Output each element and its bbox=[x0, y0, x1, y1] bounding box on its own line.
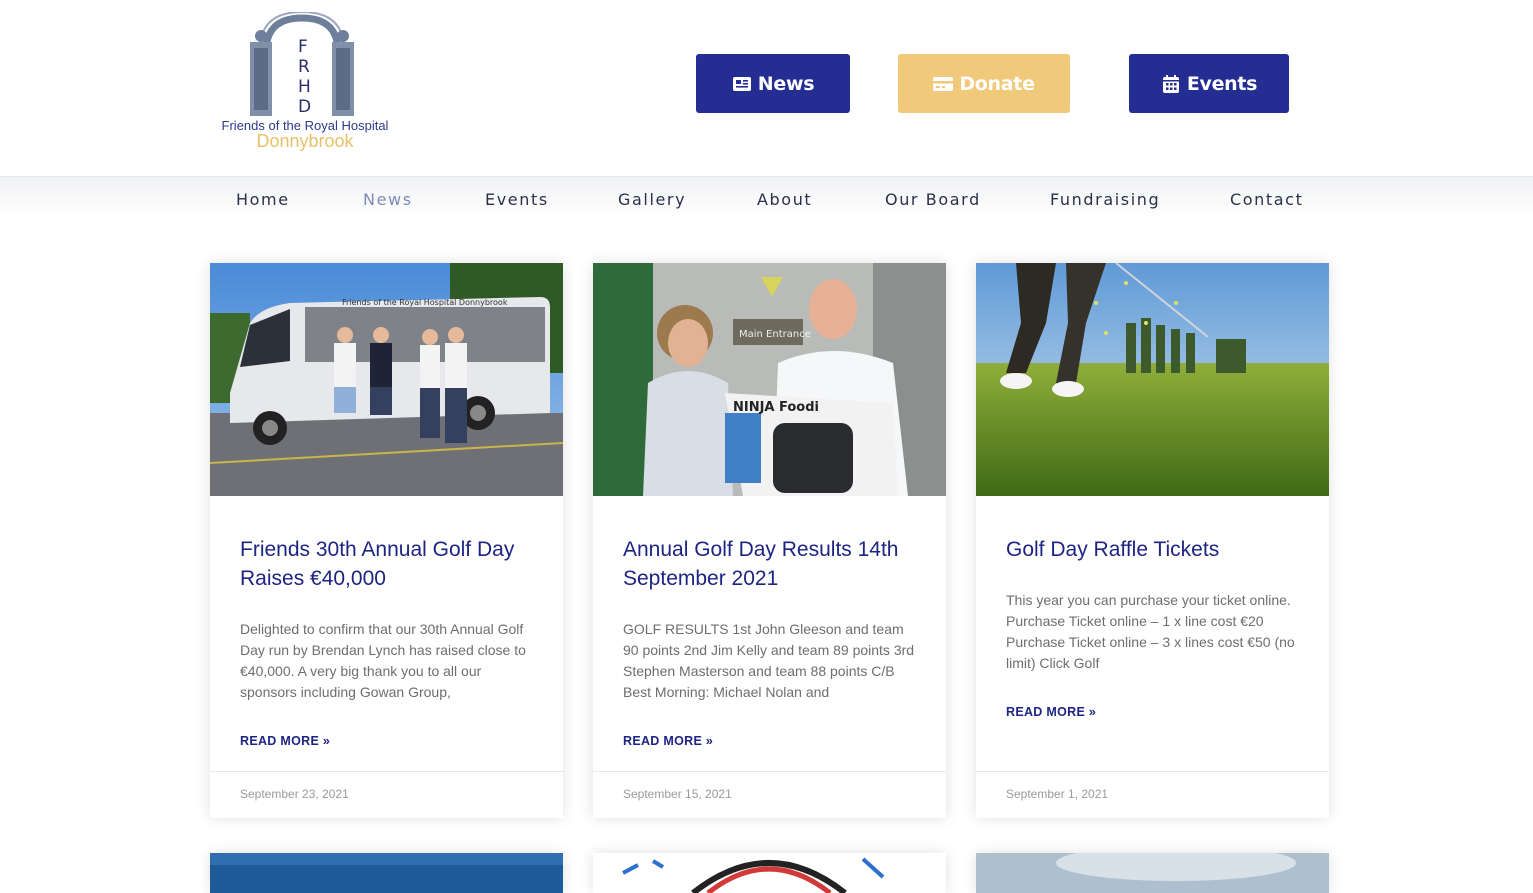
site-header: F R H D Friends of the Royal Hospital Do… bbox=[0, 0, 1533, 176]
post-thumbnail-partial bbox=[976, 853, 1329, 893]
svg-text:D: D bbox=[298, 97, 311, 117]
svg-text:Friends of the Royal Hospital: Friends of the Royal Hospital Donnybrook bbox=[342, 298, 508, 307]
post-date: September 1, 2021 bbox=[1006, 787, 1109, 801]
read-more-link[interactable]: READ MORE » bbox=[623, 734, 713, 748]
svg-text:F: F bbox=[298, 37, 308, 57]
post-thumbnail-golf-results[interactable]: Main Entrance NINJA Foodi bbox=[593, 263, 946, 496]
svg-text:R: R bbox=[298, 57, 310, 77]
nav-news[interactable]: News bbox=[363, 190, 413, 209]
post-date: September 23, 2021 bbox=[240, 787, 349, 801]
post-title[interactable]: Annual Golf Day Results 14th September 2… bbox=[623, 535, 923, 593]
post-thumbnail-partial bbox=[593, 853, 946, 893]
post-excerpt: GOLF RESULTS 1st John Gleeson and team 9… bbox=[623, 621, 915, 700]
header-events-label: Events bbox=[1186, 72, 1258, 95]
site-logo[interactable]: F R H D Friends of the Royal Hospital Do… bbox=[214, 10, 396, 158]
post-thumbnail-golf-day-raises[interactable]: Friends of the Royal Hospital Donnybrook bbox=[210, 263, 563, 496]
read-more-link[interactable]: READ MORE » bbox=[240, 734, 330, 748]
header-donate-button[interactable]: Donate bbox=[898, 54, 1070, 113]
nav-gallery[interactable]: Gallery bbox=[618, 190, 686, 209]
read-more-link[interactable]: READ MORE » bbox=[1006, 705, 1096, 719]
post-title[interactable]: Friends 30th Annual Golf Day Raises €40,… bbox=[240, 535, 540, 593]
card-divider bbox=[593, 771, 946, 772]
credit-card-icon bbox=[933, 76, 954, 91]
post-card-partial[interactable] bbox=[593, 853, 946, 893]
svg-text:H: H bbox=[298, 77, 311, 97]
calendar-icon bbox=[1162, 74, 1179, 93]
post-card: Main Entrance NINJA Foodi Annual Golf Da… bbox=[593, 263, 946, 818]
nav-home[interactable]: Home bbox=[236, 190, 290, 209]
nav-contact[interactable]: Contact bbox=[1230, 190, 1303, 209]
prize-presentation-photo: Main Entrance NINJA Foodi bbox=[593, 263, 946, 496]
svg-text:Main Entrance: Main Entrance bbox=[739, 329, 811, 340]
logo-line-2: Donnybrook bbox=[256, 131, 354, 151]
post-title[interactable]: Golf Day Raffle Tickets bbox=[1006, 535, 1306, 564]
post-card: Friends of the Royal Hospital Donnybrook… bbox=[210, 263, 563, 818]
svg-text:NINJA Foodi: NINJA Foodi bbox=[733, 400, 819, 415]
header-news-label: News bbox=[757, 72, 815, 95]
post-thumbnail-partial bbox=[210, 853, 563, 893]
main-navigation: Home News Events Gallery About Our Board… bbox=[0, 176, 1533, 219]
card-divider bbox=[210, 771, 563, 772]
minibus-photo: Friends of the Royal Hospital Donnybrook bbox=[210, 263, 563, 496]
header-news-button[interactable]: News bbox=[696, 54, 850, 113]
logo-arch-graphic: F R H D bbox=[250, 10, 354, 117]
golf-swing-photo bbox=[976, 263, 1329, 496]
post-date: September 15, 2021 bbox=[623, 787, 732, 801]
newspaper-icon bbox=[732, 76, 751, 91]
nav-about[interactable]: About bbox=[757, 190, 812, 209]
header-events-button[interactable]: Events bbox=[1129, 54, 1289, 113]
header-donate-label: Donate bbox=[959, 72, 1035, 95]
post-card-partial[interactable] bbox=[210, 853, 563, 893]
nav-our-board[interactable]: Our Board bbox=[885, 190, 981, 209]
post-excerpt: Delighted to confirm that our 30th Annua… bbox=[240, 621, 526, 700]
nav-events[interactable]: Events bbox=[485, 190, 549, 209]
post-excerpt: This year you can purchase your ticket o… bbox=[1006, 592, 1295, 671]
post-card-partial[interactable] bbox=[976, 853, 1329, 893]
post-card: Golf Day Raffle Tickets This year you ca… bbox=[976, 263, 1329, 818]
card-divider bbox=[976, 771, 1329, 772]
nav-fundraising[interactable]: Fundraising bbox=[1050, 190, 1160, 209]
post-thumbnail-raffle-tickets[interactable] bbox=[976, 263, 1329, 496]
